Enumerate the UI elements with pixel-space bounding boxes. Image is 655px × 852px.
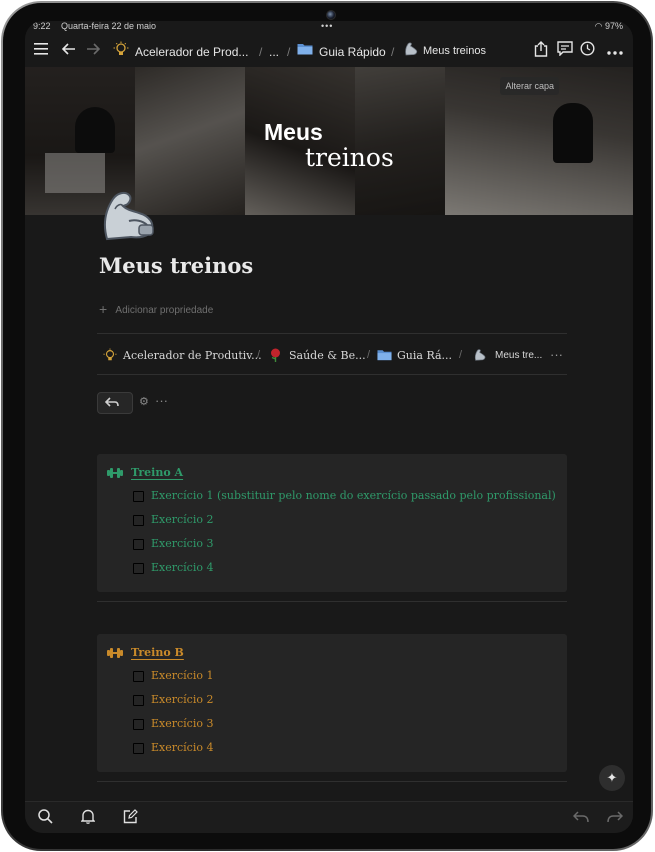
add-property-button[interactable]: + Adicionar propriedade <box>99 301 213 317</box>
breadcrumb-more-icon[interactable]: ··· <box>550 347 563 362</box>
reply-arrow-icon <box>104 397 119 407</box>
status-time: 9:22 <box>33 21 51 31</box>
checkbox[interactable] <box>133 671 144 682</box>
back-arrow-icon[interactable] <box>59 41 79 61</box>
breadcrumb-item-health[interactable]: Saúde & Be... <box>289 349 366 362</box>
rose-icon <box>269 348 282 365</box>
forward-arrow-icon[interactable] <box>83 41 103 61</box>
flexed-arm-icon[interactable] <box>99 185 157 243</box>
divider <box>97 781 567 782</box>
breadcrumb: Acelerador de Produtiv... / Saúde & Be..… <box>99 343 569 371</box>
dumbbell-icon <box>107 466 123 480</box>
topbar-separator: / <box>259 45 263 59</box>
checkbox[interactable] <box>133 539 144 550</box>
top-bar: Acelerador de Prod... / ... / Guia Rápid… <box>25 37 633 67</box>
bottom-bar <box>25 801 633 833</box>
app-screen: 9:22 Quarta-feira 22 de maio ••• ◠ 97% A… <box>25 21 633 833</box>
topbar-crumb-guide[interactable]: Guia Rápido <box>319 45 386 59</box>
task-label[interactable]: Exercício 4 <box>151 561 213 574</box>
lightbulb-icon <box>111 41 131 61</box>
undo-icon[interactable] <box>571 809 591 829</box>
menu-icon[interactable] <box>31 41 51 61</box>
tablet-bezel: 9:22 Quarta-feira 22 de maio ••• ◠ 97% A… <box>3 3 651 849</box>
more-options-icon[interactable]: ··· <box>155 393 168 408</box>
status-date: Quarta-feira 22 de maio <box>61 21 157 31</box>
checkbox[interactable] <box>133 695 144 706</box>
checkbox[interactable] <box>133 515 144 526</box>
task-label[interactable]: Exercício 1 <box>151 669 213 682</box>
cover-title-line1: Meus <box>264 119 323 145</box>
back-button[interactable] <box>97 392 133 414</box>
checkbox[interactable] <box>133 491 144 502</box>
search-icon[interactable] <box>35 809 55 829</box>
task-label[interactable]: Exercício 3 <box>151 537 213 550</box>
gear-icon[interactable]: ⚙ <box>139 395 149 408</box>
workout-callout-b: Treino B Exercício 1 Exercício 2 Exercíc… <box>97 634 567 772</box>
change-cover-button[interactable]: Alterar capa <box>500 77 559 95</box>
front-camera <box>326 10 336 20</box>
flexed-arm-icon <box>401 41 421 61</box>
breadcrumb-separator: / <box>367 349 371 361</box>
topbar-crumb-current[interactable]: Meus treinos <box>423 45 486 57</box>
folder-icon <box>377 348 392 364</box>
folder-icon <box>295 41 315 61</box>
divider <box>97 374 567 375</box>
breadcrumb-separator: / <box>459 349 463 361</box>
breadcrumb-separator: / <box>257 349 261 361</box>
workout-callout-a: Treino A Exercício 1 (substituir pelo no… <box>97 454 567 592</box>
checkbox[interactable] <box>133 743 144 754</box>
tablet-frame: 9:22 Quarta-feira 22 de maio ••• ◠ 97% A… <box>1 1 653 851</box>
redo-icon[interactable] <box>605 809 625 829</box>
topbar-crumb-ellipsis[interactable]: ... <box>269 45 279 59</box>
task-label[interactable]: Exercício 3 <box>151 717 213 730</box>
ai-sparkle-button[interactable]: ✦ <box>599 765 625 791</box>
topbar-separator: / <box>391 45 395 59</box>
flexed-arm-icon <box>473 348 487 365</box>
task-label[interactable]: Exercício 1 (substituir pelo nome do exe… <box>151 489 556 502</box>
checkbox[interactable] <box>133 719 144 730</box>
status-battery: ◠ 97% <box>594 21 623 31</box>
sparkle-icon: ✦ <box>606 770 618 785</box>
workout-title-b[interactable]: Treino B <box>131 646 184 659</box>
divider <box>97 333 567 334</box>
lightbulb-icon <box>103 348 117 365</box>
workout-title-a[interactable]: Treino A <box>131 466 183 479</box>
task-label[interactable]: Exercício 2 <box>151 693 213 706</box>
breadcrumb-item-accelerator[interactable]: Acelerador de Produtiv... <box>123 349 262 362</box>
bell-icon[interactable] <box>78 809 98 829</box>
dumbbell-icon <box>107 646 123 660</box>
task-label[interactable]: Exercício 4 <box>151 741 213 754</box>
share-icon[interactable] <box>531 41 551 61</box>
page-title[interactable]: Meus treinos <box>99 253 253 278</box>
task-label[interactable]: Exercício 2 <box>151 513 213 526</box>
comments-icon[interactable] <box>555 41 575 61</box>
divider <box>97 601 567 602</box>
topbar-crumb-accelerator[interactable]: Acelerador de Prod... <box>135 45 248 59</box>
wifi-icon: ◠ <box>594 21 603 31</box>
breadcrumb-item-current[interactable]: Meus tre... <box>495 350 542 361</box>
plus-icon: + <box>99 301 108 317</box>
more-options-icon[interactable] <box>605 41 625 61</box>
new-page-icon[interactable] <box>120 809 140 829</box>
history-clock-icon[interactable] <box>577 41 597 61</box>
topbar-separator: / <box>287 45 291 59</box>
status-bar: 9:22 Quarta-feira 22 de maio ••• ◠ 97% <box>25 21 633 35</box>
checkbox[interactable] <box>133 563 144 574</box>
multitask-dots-icon[interactable]: ••• <box>321 21 333 31</box>
breadcrumb-item-guide[interactable]: Guia Rá... <box>397 349 452 362</box>
cover-title-line2: treinos <box>305 143 394 172</box>
